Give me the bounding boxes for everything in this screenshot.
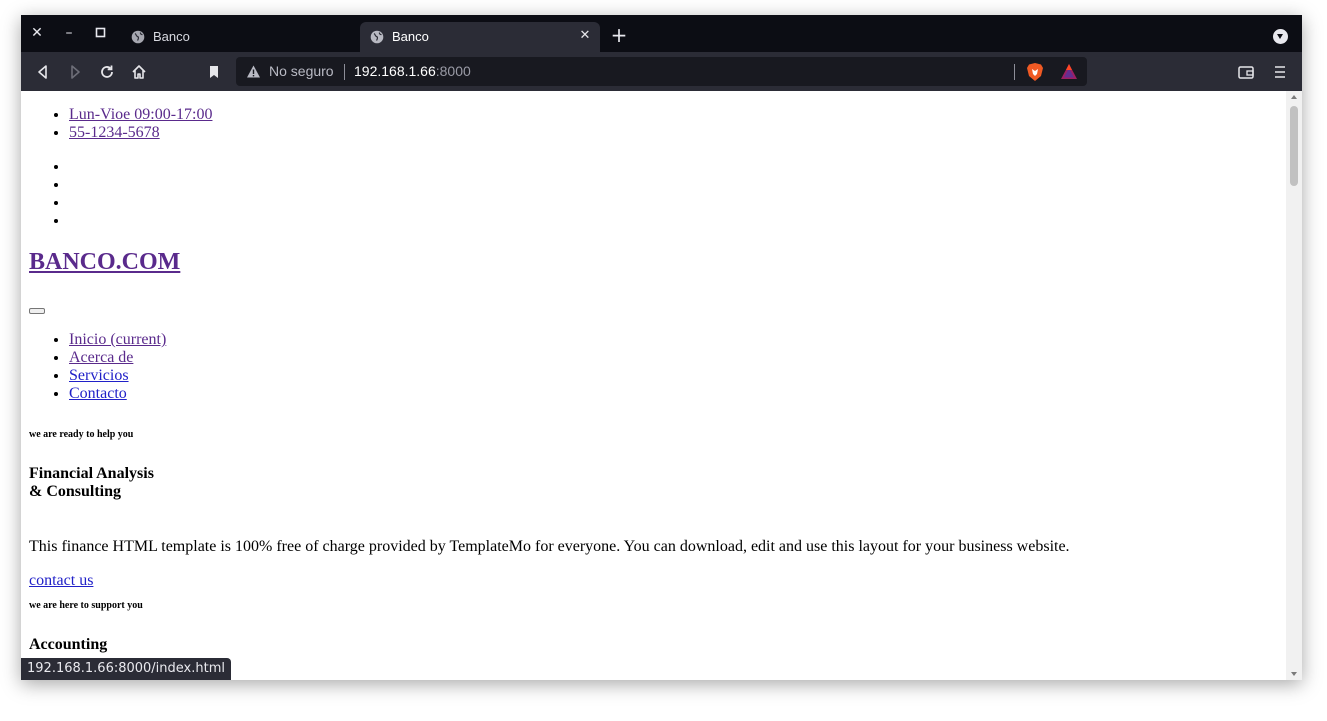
page-content: Lun-Vioe 09:00-17:00 55-1234-5678 BANCO.… [21, 91, 1286, 680]
menu-icon[interactable] [1269, 61, 1291, 83]
logo-heading: BANCO.COM [29, 249, 180, 276]
globe-icon [131, 30, 145, 44]
logo-link[interactable]: BANCO.COM [29, 249, 180, 275]
slide2-kicker: we are here to support you [29, 600, 143, 611]
list-item: Lun-Vioe 09:00-17:00 [69, 106, 212, 124]
phone-link[interactable]: 55-1234-5678 [69, 124, 160, 141]
address-bar[interactable]: No seguro 192.168.1.66:8000 [236, 57, 1087, 86]
back-icon[interactable] [32, 61, 54, 83]
nav-item: Contacto [69, 385, 166, 403]
scroll-up-icon[interactable] [1291, 95, 1297, 99]
bookmark-icon[interactable] [203, 61, 225, 83]
reload-icon[interactable] [96, 61, 118, 83]
nav-servicios[interactable]: Servicios [69, 367, 129, 384]
url-port: :8000 [435, 63, 471, 79]
scrollbar[interactable] [1286, 91, 1302, 680]
main-nav: Inicio (current) Acerca de Servicios Con… [29, 331, 166, 403]
slide1-title-line2: & Consulting [29, 483, 122, 500]
maximize-window-icon[interactable] [91, 23, 111, 43]
warning-icon [247, 65, 260, 78]
social-item[interactable] [69, 176, 73, 194]
navbar-toggle-button[interactable] [29, 308, 45, 314]
globe-icon [370, 30, 384, 44]
url-text[interactable]: 192.168.1.66:8000 [354, 63, 471, 79]
nav-inicio[interactable]: Inicio (current) [69, 331, 166, 348]
brave-shields-icon[interactable] [1026, 62, 1044, 82]
list-item: 55-1234-5678 [69, 124, 212, 142]
close-tab-icon[interactable]: ✕ [576, 27, 594, 45]
slide2-title: Accounting [29, 636, 108, 653]
scroll-thumb[interactable] [1290, 106, 1298, 186]
tab-active[interactable]: Banco ✕ [360, 22, 600, 52]
tab-bar: ✕ – Banco Banco ✕ + [21, 15, 1302, 52]
nav-item: Inicio (current) [69, 331, 166, 349]
browser-window: ✕ – Banco Banco ✕ + No seguro 192.168.1.… [21, 15, 1302, 680]
close-window-icon[interactable]: ✕ [27, 23, 47, 43]
minimize-window-icon[interactable]: – [59, 23, 79, 43]
slide1-title-line1: Financial Analysis [29, 465, 154, 482]
social-list [29, 158, 73, 230]
url-separator [344, 64, 345, 80]
tab-title: Banco [392, 29, 429, 44]
new-tab-icon[interactable]: + [609, 25, 629, 45]
tab-title: Banco [153, 29, 190, 44]
url-host: 192.168.1.66 [354, 63, 436, 79]
contact-list: Lun-Vioe 09:00-17:00 55-1234-5678 [29, 106, 212, 142]
url-separator [1014, 64, 1015, 80]
nav-acerca[interactable]: Acerca de [69, 349, 133, 366]
nav-item: Acerca de [69, 349, 166, 367]
scroll-down-icon[interactable] [1291, 672, 1297, 676]
social-item[interactable] [69, 158, 73, 176]
wallet-icon[interactable] [1235, 61, 1257, 83]
slide1-text: This finance HTML template is 100% free … [29, 538, 1070, 555]
slide1-kicker: we are ready to help you [29, 429, 134, 440]
forward-icon[interactable] [64, 61, 86, 83]
slide1-link-wrap: contact us [29, 572, 93, 590]
nav-contacto[interactable]: Contacto [69, 385, 127, 402]
social-item[interactable] [69, 194, 73, 212]
social-item[interactable] [69, 212, 73, 230]
tab-inactive[interactable]: Banco [121, 22, 359, 52]
nav-item: Servicios [69, 367, 166, 385]
tab-search-dropdown-icon[interactable] [1273, 29, 1288, 44]
home-icon[interactable] [128, 61, 150, 83]
brave-rewards-icon[interactable] [1060, 63, 1078, 80]
security-label: No seguro [269, 63, 334, 79]
contact-us-link[interactable]: contact us [29, 572, 93, 589]
status-bar: 192.168.1.66:8000/index.html [21, 658, 231, 680]
slide1-title: Financial Analysis & Consulting [29, 465, 154, 501]
hours-link[interactable]: Lun-Vioe 09:00-17:00 [69, 106, 212, 123]
toolbar: No seguro 192.168.1.66:8000 [21, 52, 1302, 91]
